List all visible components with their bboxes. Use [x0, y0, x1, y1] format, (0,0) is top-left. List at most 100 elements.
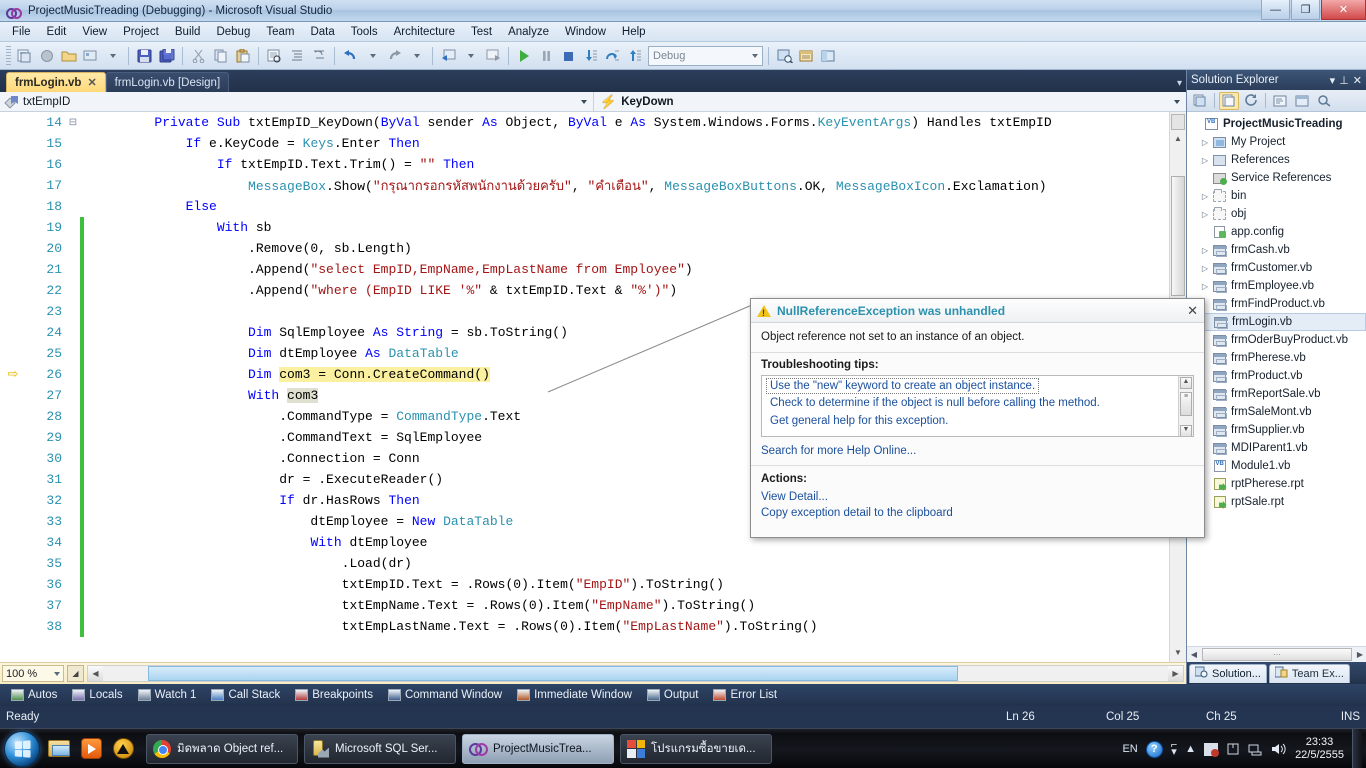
expand-triangle-icon[interactable]: ▷ [1199, 210, 1211, 219]
menu-item-architecture[interactable]: Architecture [386, 24, 463, 40]
solution-explorer-item-rptpherese-rpt[interactable]: rptPherese.rpt [1187, 475, 1366, 493]
solution-explorer-item-service-references[interactable]: Service References [1187, 169, 1366, 187]
zoom-level-combo[interactable]: 100 % [2, 665, 64, 682]
navigate-forward-icon[interactable] [482, 45, 503, 66]
solution-explorer-item-projectmusictreading[interactable]: ProjectMusicTreading [1187, 115, 1366, 133]
document-tab-1[interactable]: frmLogin.vb [Design] [106, 72, 229, 92]
pin-icon[interactable]: ⊥ [1339, 74, 1349, 87]
code-line[interactable]: 14⊟ Private Sub txtEmpID_KeyDown(ByVal s… [0, 112, 1052, 133]
new-project-icon[interactable] [14, 45, 35, 66]
menu-item-analyze[interactable]: Analyze [500, 24, 557, 40]
view-code-icon[interactable] [1270, 92, 1290, 110]
navigate-backward-icon[interactable] [438, 45, 459, 66]
code-line[interactable]: 36 txtEmpID.Text = .Rows(0).Item("EmpID"… [0, 574, 1052, 595]
solution-explorer-item-frmcustomer-vb[interactable]: ▷frmCustomer.vb [1187, 259, 1366, 277]
minimize-button[interactable]: — [1261, 0, 1290, 20]
panel-tab-team-explorer-icon[interactable]: Team Ex... [1269, 664, 1350, 683]
stop-debugging-icon[interactable] [558, 45, 579, 66]
break-all-icon[interactable] [536, 45, 557, 66]
network-icon[interactable] [1248, 742, 1263, 756]
taskbar-button-3[interactable]: โปรแกรมซื้อขายเด... [620, 734, 772, 764]
tips-scroll-thumb[interactable]: ≡ [1180, 392, 1192, 416]
taskbar-button-0[interactable]: มิดพลาด Object ref... [146, 734, 298, 764]
close-icon[interactable]: ✕ [1353, 74, 1362, 87]
find-in-files-icon[interactable] [774, 45, 795, 66]
menu-item-edit[interactable]: Edit [39, 24, 75, 40]
debug-window-tab-error-list[interactable]: Error List [706, 686, 784, 704]
debug-window-tab-watch-1[interactable]: Watch 1 [131, 686, 204, 704]
troubleshooting-tips-list[interactable]: Use the "new" keyword to create an objec… [761, 375, 1194, 437]
debug-window-tab-call-stack[interactable]: Call Stack [204, 686, 287, 704]
solution-explorer-item-frmproduct-vb[interactable]: frmProduct.vb [1187, 367, 1366, 385]
vertical-scroll-thumb[interactable] [1171, 176, 1185, 296]
scroll-down-button[interactable]: ▼ [1172, 648, 1184, 660]
menu-item-project[interactable]: Project [115, 24, 167, 40]
solution-explorer-item-app-config[interactable]: app.config [1187, 223, 1366, 241]
horizontal-scroll-thumb[interactable]: ⋯ [1202, 648, 1352, 661]
undo-icon[interactable] [340, 45, 361, 66]
taskbar-button-2[interactable]: ProjectMusicTrea... [462, 734, 614, 764]
comment-icon[interactable] [286, 45, 307, 66]
clock[interactable]: 23:33 22/5/2555 [1295, 736, 1344, 762]
save-all-icon[interactable] [156, 45, 177, 66]
tab-overflow-icon[interactable]: ▾ [1177, 78, 1182, 89]
solution-explorer-item-frmfindproduct-vb[interactable]: frmFindProduct.vb [1187, 295, 1366, 313]
code-line[interactable]: 15 If e.KeyCode = Keys.Enter Then [0, 133, 1052, 154]
tip-link-2[interactable]: Get general help for this exception. [762, 412, 1193, 430]
start-button[interactable] [4, 731, 40, 767]
tips-scrollbar[interactable]: ▲ ≡ ▼ [1178, 376, 1193, 437]
copy-icon[interactable] [210, 45, 231, 66]
solution-explorer-item-frmsupplier-vb[interactable]: frmSupplier.vb [1187, 421, 1366, 439]
properties-icon[interactable] [1190, 92, 1210, 110]
debug-window-tab-breakpoints[interactable]: Breakpoints [288, 686, 380, 704]
uncomment-icon[interactable] [308, 45, 329, 66]
solution-explorer-item-my-project[interactable]: ▷My Project [1187, 133, 1366, 151]
removable-media-icon[interactable] [1226, 742, 1240, 756]
solution-configuration-combo[interactable]: Debug [648, 46, 763, 66]
scroll-left-button[interactable]: ◀ [88, 666, 103, 681]
properties-window-icon[interactable] [796, 45, 817, 66]
expand-triangle-icon[interactable]: ▷ [1199, 246, 1211, 255]
media-player-icon[interactable] [78, 735, 104, 763]
open-dropdown-icon[interactable] [102, 45, 123, 66]
code-line[interactable]: 19 With sb [0, 217, 1052, 238]
solution-explorer-item-frmsalemont-vb[interactable]: frmSaleMont.vb [1187, 403, 1366, 421]
solution-explorer-item-module1-vb[interactable]: Module1.vb [1187, 457, 1366, 475]
add-new-item-icon[interactable] [36, 45, 57, 66]
expand-triangle-icon[interactable]: ▷ [1199, 156, 1211, 165]
solution-explorer-hscrollbar[interactable]: ◀ ⋯ ▶ [1187, 646, 1366, 662]
document-tab-close-icon[interactable]: ✕ [87, 76, 96, 89]
editor-splitter-handle[interactable] [1171, 114, 1185, 130]
solution-explorer-item-bin[interactable]: ▷bin [1187, 187, 1366, 205]
code-line[interactable]: 21 .Append("select EmpID,EmpName,EmpLast… [0, 259, 1052, 280]
undo-dropdown-icon[interactable] [362, 45, 383, 66]
code-line[interactable]: 20 .Remove(0, sb.Length) [0, 238, 1052, 259]
toolbar-grip[interactable] [6, 46, 11, 66]
solution-explorer-item-references[interactable]: ▷References [1187, 151, 1366, 169]
amd-icon[interactable] [110, 735, 136, 763]
code-line[interactable]: 16 If txtEmpID.Text.Trim() = "" Then [0, 154, 1052, 175]
document-tab-0[interactable]: frmLogin.vb✕ [6, 72, 106, 92]
split-view-button[interactable]: ◢ [67, 665, 84, 682]
menu-item-window[interactable]: Window [557, 24, 614, 40]
redo-icon[interactable] [384, 45, 405, 66]
open-file-icon[interactable] [58, 45, 79, 66]
volume-icon[interactable] [1271, 742, 1287, 756]
menu-item-view[interactable]: View [74, 24, 115, 40]
find-icon[interactable] [264, 45, 285, 66]
step-over-icon[interactable] [602, 45, 623, 66]
menu-item-file[interactable]: File [4, 24, 39, 40]
redo-dropdown-icon[interactable] [406, 45, 427, 66]
chevron-down-icon[interactable]: ▾ [1330, 74, 1336, 87]
code-line[interactable]: 38 txtEmpLastName.Text = .Rows(0).Item("… [0, 616, 1052, 637]
cut-icon[interactable] [188, 45, 209, 66]
show-desktop-button[interactable] [1352, 729, 1362, 768]
solution-explorer-item-frmlogin-vb[interactable]: frmLogin.vb [1187, 313, 1366, 331]
menu-item-team[interactable]: Team [258, 24, 302, 40]
language-indicator[interactable]: EN [1122, 743, 1137, 755]
menu-item-help[interactable]: Help [614, 24, 654, 40]
solution-explorer-item-frmcash-vb[interactable]: ▷frmCash.vb [1187, 241, 1366, 259]
menu-item-data[interactable]: Data [302, 24, 342, 40]
scroll-right-button[interactable]: ▶ [1168, 666, 1183, 681]
code-line[interactable]: 35 .Load(dr) [0, 553, 1052, 574]
